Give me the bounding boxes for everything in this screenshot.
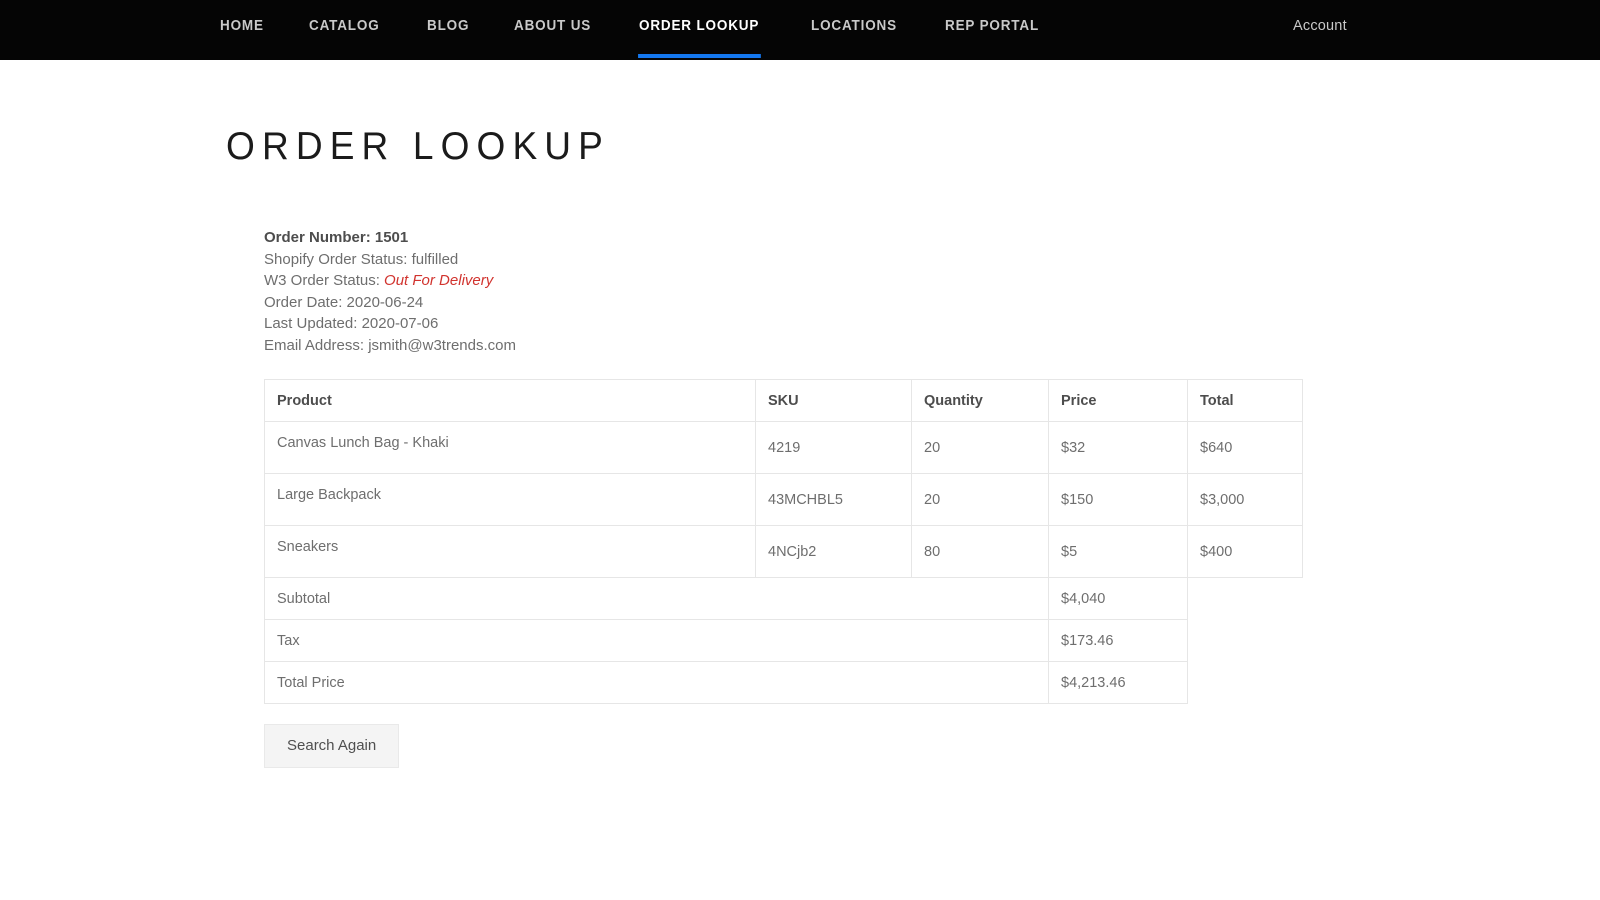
subtotal-label: Subtotal: [265, 578, 1049, 620]
tax-label: Tax: [265, 620, 1049, 662]
w3-status-line: W3 Order Status: Out For Delivery: [264, 270, 1600, 292]
order-number-value: 1501: [375, 229, 408, 246]
cell-product: Sneakers: [265, 526, 756, 578]
subtotal-value: $4,040: [1049, 578, 1188, 620]
cell-quantity: 20: [912, 422, 1049, 474]
table-row: Canvas Lunch Bag - Khaki 4219 20 $32 $64…: [265, 422, 1303, 474]
w3-status-label: W3 Order Status:: [264, 272, 380, 289]
status-badge: Out For Delivery: [384, 272, 493, 289]
page-title: ORDER LOOKUP: [226, 60, 1531, 169]
cell-quantity: 20: [912, 474, 1049, 526]
nav-item-order-lookup[interactable]: ORDER LOOKUP: [639, 0, 759, 60]
order-date-label: Order Date:: [264, 294, 342, 311]
order-number-line: Order Number: 1501: [264, 227, 1600, 249]
total-price-label: Total Price: [265, 662, 1049, 704]
column-header-product: Product: [265, 380, 756, 422]
shopify-status-line: Shopify Order Status: fulfilled: [264, 249, 1600, 271]
shopify-status-label: Shopify Order Status:: [264, 251, 407, 268]
nav-item-locations[interactable]: LOCATIONS: [811, 0, 897, 60]
total-price-row: Total Price $4,213.46: [265, 662, 1303, 704]
primary-nav: HOME CATALOG BLOG ABOUT US ORDER LOOKUP …: [220, 0, 1088, 60]
order-number-label: Order Number:: [264, 229, 371, 246]
cell-total: $400: [1188, 526, 1303, 578]
last-updated-line: Last Updated: 2020-07-06: [264, 313, 1600, 335]
order-lookup-result: Order Number: 1501 Shopify Order Status:…: [264, 227, 1600, 768]
empty-cell: [1188, 620, 1303, 662]
cell-price: $150: [1049, 474, 1188, 526]
cell-quantity: 80: [912, 526, 1049, 578]
email-label: Email Address:: [264, 337, 364, 354]
nav-item-blog[interactable]: BLOG: [427, 0, 469, 60]
nav-item-about-us[interactable]: ABOUT US: [514, 0, 591, 60]
tax-row: Tax $173.46: [265, 620, 1303, 662]
column-header-sku: SKU: [756, 380, 912, 422]
cell-sku: 4219: [756, 422, 912, 474]
empty-cell: [1188, 578, 1303, 620]
column-header-total: Total: [1188, 380, 1303, 422]
cell-price: $32: [1049, 422, 1188, 474]
cell-sku: 43MCHBL5: [756, 474, 912, 526]
cell-sku: 4NCjb2: [756, 526, 912, 578]
cell-total: $3,000: [1188, 474, 1303, 526]
nav-item-rep-portal[interactable]: REP PORTAL: [945, 0, 1039, 60]
secondary-nav: Account: [1293, 0, 1347, 60]
email-line: Email Address: jsmith@w3trends.com: [264, 335, 1600, 357]
page-container: ORDER LOOKUP Order Number: 1501 Shopify …: [0, 60, 1600, 768]
nav-item-catalog[interactable]: CATALOG: [309, 0, 380, 60]
column-header-quantity: Quantity: [912, 380, 1049, 422]
cell-price: $5: [1049, 526, 1188, 578]
order-items-table: Product SKU Quantity Price Total Canvas …: [264, 379, 1303, 704]
total-price-value: $4,213.46: [1049, 662, 1188, 704]
order-date-line: Order Date: 2020-06-24: [264, 292, 1600, 314]
shopify-status-value: fulfilled: [412, 251, 459, 268]
table-row: Large Backpack 43MCHBL5 20 $150 $3,000: [265, 474, 1303, 526]
order-details: Order Number: 1501 Shopify Order Status:…: [264, 227, 1600, 356]
table-row: Sneakers 4NCjb2 80 $5 $400: [265, 526, 1303, 578]
email-value: jsmith@w3trends.com: [368, 337, 516, 354]
subtotal-row: Subtotal $4,040: [265, 578, 1303, 620]
cell-product: Canvas Lunch Bag - Khaki: [265, 422, 756, 474]
order-date-value: 2020-06-24: [347, 294, 424, 311]
last-updated-value: 2020-07-06: [362, 315, 439, 332]
cell-total: $640: [1188, 422, 1303, 474]
top-navigation-bar: HOME CATALOG BLOG ABOUT US ORDER LOOKUP …: [0, 0, 1600, 60]
table-body: Canvas Lunch Bag - Khaki 4219 20 $32 $64…: [265, 422, 1303, 704]
search-again-button[interactable]: Search Again: [264, 724, 399, 768]
account-link[interactable]: Account: [1293, 18, 1347, 42]
empty-cell: [1188, 662, 1303, 704]
tax-value: $173.46: [1049, 620, 1188, 662]
last-updated-label: Last Updated:: [264, 315, 357, 332]
table-header-row: Product SKU Quantity Price Total: [265, 380, 1303, 422]
nav-item-home[interactable]: HOME: [220, 0, 264, 60]
table-header: Product SKU Quantity Price Total: [265, 380, 1303, 422]
cell-product: Large Backpack: [265, 474, 756, 526]
column-header-price: Price: [1049, 380, 1188, 422]
